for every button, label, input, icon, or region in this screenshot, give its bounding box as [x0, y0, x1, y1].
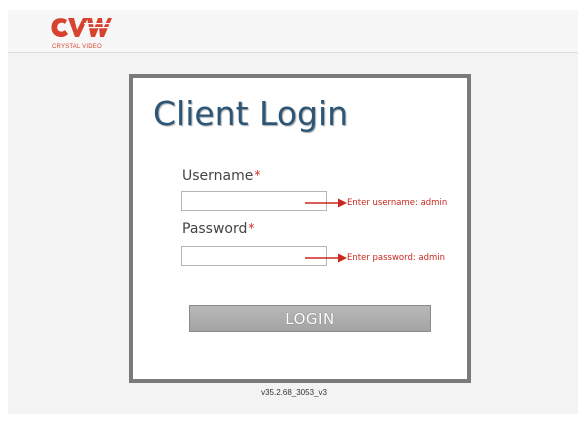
login-title: Client Login	[153, 94, 349, 133]
username-required-mark: *	[254, 168, 261, 182]
password-label: Password*	[182, 221, 254, 237]
brand-caption: CRYSTAL VIDEO	[52, 44, 102, 50]
arrow-right-icon	[305, 253, 347, 263]
arrow-right-icon	[305, 198, 347, 208]
login-panel: Client Login Username* Enter username: a…	[129, 74, 471, 383]
username-hint-text: Enter username: admin	[347, 198, 448, 208]
login-button[interactable]: LOGIN	[189, 305, 431, 332]
username-label: Username*	[182, 168, 260, 184]
username-label-text: Username	[182, 168, 254, 184]
username-hint: Enter username: admin	[305, 196, 447, 210]
version-label: v35.2.68_3053_v3	[261, 388, 327, 397]
cvw-logo-icon	[51, 18, 112, 37]
password-hint: Enter password: admin	[305, 251, 445, 265]
password-hint-text: Enter password: admin	[347, 253, 446, 263]
password-label-text: Password	[182, 221, 248, 237]
brand-logo: CRYSTAL VIDEO	[50, 14, 114, 52]
password-required-mark: *	[248, 221, 255, 235]
